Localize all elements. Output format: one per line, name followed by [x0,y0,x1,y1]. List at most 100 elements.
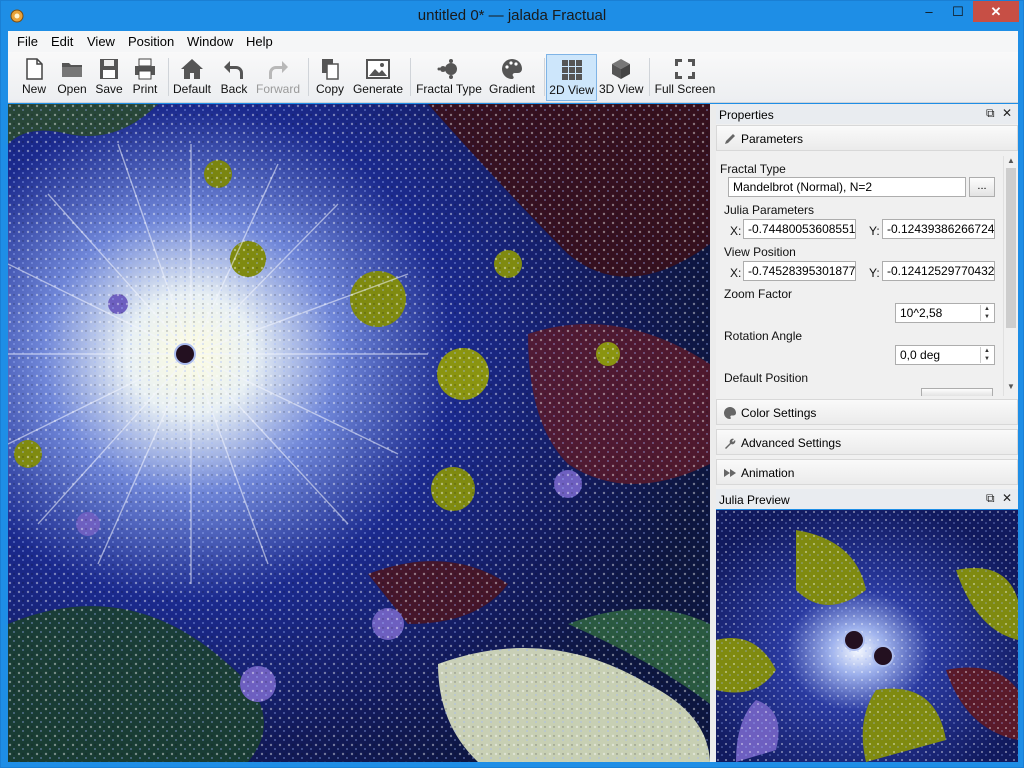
cube-icon [612,59,630,79]
image-icon [366,59,390,79]
julia-preview-header[interactable]: Julia Preview ⧉ ✕ [716,489,1018,509]
title-bar[interactable]: untitled 0* — jalada Fractual – ☐ ✕ [1,1,1023,31]
app-window: untitled 0* — jalada Fractual – ☐ ✕ File… [0,0,1024,768]
zoom-factor-value: 10^2,58 [900,306,943,320]
advanced-settings-label: Advanced Settings [741,436,842,450]
back-label: Back [220,82,248,96]
minimize-button[interactable]: – [915,1,943,22]
fractal-type-field[interactable]: Mandelbrot (Normal), N=2 [728,177,966,197]
fractal-icon [437,59,457,79]
forward-button[interactable]: Forward [254,54,302,101]
color-settings-label: Color Settings [741,406,817,420]
fractal-type-button[interactable]: Fractal Type [414,54,484,101]
toolbar-separator [544,58,545,96]
palette-icon [724,407,736,419]
spin-arrows-icon[interactable]: ▲ ▼ [980,305,993,321]
back-button[interactable]: Back [216,54,252,101]
fractal-canvas[interactable] [8,104,710,762]
fast-forward-icon [724,469,736,477]
forward-label: Forward [255,82,300,96]
palette-icon [502,59,522,79]
save-label: Save [95,82,123,96]
floppy-icon [100,59,118,79]
open-button[interactable]: Open [54,54,90,101]
animation-header[interactable]: Animation [716,459,1018,485]
advanced-settings-header[interactable]: Advanced Settings [716,429,1018,455]
julia-x-label: X: [730,224,742,238]
color-settings-header[interactable]: Color Settings [716,399,1018,425]
properties-title: Properties [719,108,774,122]
default-position-button[interactable] [921,388,993,396]
copy-button[interactable]: Copy [312,54,348,101]
home-icon [181,59,203,79]
close-panel-icon[interactable]: ✕ [1002,106,1012,120]
view-3d-button[interactable]: 3D View [599,54,643,101]
arrow-forward-icon [269,61,288,79]
properties-scrollbar[interactable]: ▲ ▼ [1003,156,1017,396]
toolbar-separator [410,58,411,96]
menu-position[interactable]: Position [128,34,174,49]
zoom-factor-spinbox[interactable]: 10^2,58 ▲ ▼ [895,303,995,323]
animation-label: Animation [741,466,795,480]
toolbar-separator [308,58,309,96]
properties-panel: Properties ⧉ ✕ Parameters Fractal Type M… [716,104,1018,489]
view-position-label: View Position [724,245,796,259]
generate-label: Generate [352,82,404,96]
new-document-icon [26,58,43,80]
toolbar-separator [168,58,169,96]
menu-edit[interactable]: Edit [51,34,73,49]
copy-icon [322,59,339,80]
view-2d-label: 2D View [549,83,594,97]
fractal-type-field-label: Fractal Type [720,162,786,176]
save-button[interactable]: Save [92,54,126,101]
menu-file[interactable]: File [17,34,38,49]
maximize-button[interactable]: ☐ [944,1,972,22]
properties-header[interactable]: Properties ⧉ ✕ [716,104,1018,124]
rotation-angle-spinbox[interactable]: 0,0 deg ▲ ▼ [895,345,995,365]
close-panel-icon[interactable]: ✕ [1002,491,1012,505]
grid-icon [561,60,582,80]
float-panel-icon[interactable]: ⧉ [986,106,995,121]
close-button[interactable]: ✕ [973,1,1019,22]
window-title: untitled 0* — jalada Fractual [417,7,607,24]
fractal-image [8,104,710,762]
parameters-label: Parameters [741,132,804,146]
menu-window[interactable]: Window [187,34,233,49]
new-label: New [21,82,46,96]
menu-help[interactable]: Help [246,34,273,49]
scroll-thumb[interactable] [1006,168,1016,328]
generate-button[interactable]: Generate [352,54,404,101]
fullscreen-icon [675,59,695,79]
scroll-down-icon[interactable]: ▼ [1004,382,1018,394]
parameters-section-header[interactable]: Parameters [716,125,1018,151]
julia-y-label: Y: [869,224,880,238]
fullscreen-button[interactable]: Full Screen [653,54,717,101]
scroll-up-icon[interactable]: ▲ [1004,156,1018,168]
default-button[interactable]: Default [172,54,212,101]
view-y-label: Y: [869,266,880,280]
view-x-input[interactable]: -0.74528395301877 [743,261,856,281]
julia-y-input[interactable]: -0.12439386266724 [882,219,995,239]
julia-x-input[interactable]: -0.74480053608551 [743,219,856,239]
view-3d-label: 3D View [599,82,644,96]
julia-preview[interactable] [716,510,1018,762]
new-button[interactable]: New [16,54,52,101]
pencil-icon [725,134,735,144]
rotation-angle-value: 0,0 deg [900,348,941,362]
view-2d-button[interactable]: 2D View [546,54,597,101]
print-button[interactable]: Print [128,54,162,101]
zoom-factor-label: Zoom Factor [724,287,793,301]
menu-view[interactable]: View [87,34,115,49]
arrow-back-icon [224,61,243,79]
default-position-label: Default Position [724,371,809,385]
fullscreen-label: Full Screen [654,82,716,96]
browse-fractal-button[interactable]: ... [969,177,995,197]
float-panel-icon[interactable]: ⧉ [986,491,995,506]
gradient-button[interactable]: Gradient [486,54,538,101]
view-y-input[interactable]: -0.12412529770432 [882,261,995,281]
menu-bar: File Edit View Position Window Help [8,31,1018,52]
copy-label: Copy [315,82,344,96]
spin-arrows-icon[interactable]: ▲ ▼ [980,347,993,363]
gradient-label: Gradient [488,82,536,96]
julia-preview-title: Julia Preview [719,493,790,507]
